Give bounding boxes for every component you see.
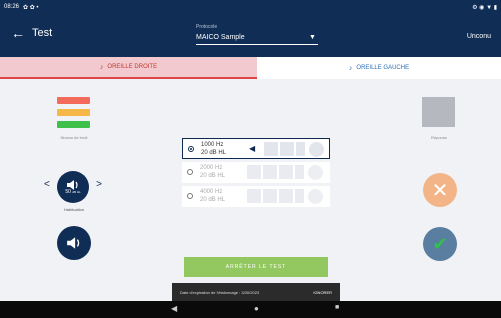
response-slot bbox=[280, 142, 294, 156]
chevron-right-icon[interactable]: > bbox=[96, 179, 102, 190]
nav-back-icon[interactable]: ◀ bbox=[171, 304, 177, 313]
response-slot bbox=[295, 189, 304, 203]
frequency-text: 1000 Hz 20 dB HL bbox=[201, 141, 226, 157]
chevron-left-icon[interactable]: < bbox=[44, 179, 50, 190]
frequency-db: 20 dB HL bbox=[201, 150, 227, 156]
result-indicator bbox=[308, 189, 323, 204]
check-icon: ✔ bbox=[432, 233, 448, 254]
frequency-list: 1000 Hz 20 dB HL ◀ 2000 Hz 20 dB HL 4000… bbox=[182, 138, 330, 210]
nav-home-icon[interactable]: ● bbox=[254, 304, 259, 313]
frequency-db: 20 dB HL bbox=[200, 173, 226, 179]
chevron-down-icon[interactable]: ▼ bbox=[309, 34, 316, 41]
response-slot bbox=[279, 189, 293, 203]
status-bar: 08:26 ✿ ✿ • ⚙ ◉ ▼ ▮ bbox=[0, 0, 501, 14]
noise-bar-low bbox=[57, 121, 90, 128]
frequency-row-1000[interactable]: 1000 Hz 20 dB HL ◀ bbox=[182, 138, 330, 159]
protocol-label: Protocole bbox=[196, 24, 218, 30]
result-indicator bbox=[308, 165, 323, 180]
ear-tabs: ♪ OREILLE DROITE ♪ OREILLE GAUCHE bbox=[0, 57, 501, 79]
play-tone-button[interactable] bbox=[57, 226, 91, 260]
frequency-radio[interactable] bbox=[188, 146, 194, 152]
status-left-icons: ✿ ✿ • bbox=[23, 4, 39, 11]
speaker-icon bbox=[67, 237, 80, 249]
response-ok-button[interactable]: ✔ bbox=[423, 227, 457, 261]
tab-left-ear-label: OREILLE GAUCHE bbox=[356, 65, 410, 71]
nav-recent-icon[interactable]: ■ bbox=[335, 304, 339, 311]
habituation-control: < 50 dB HL > bbox=[42, 171, 104, 203]
protocol-underline bbox=[196, 44, 318, 45]
frequency-radio[interactable] bbox=[187, 169, 193, 175]
frequency-radio[interactable] bbox=[187, 193, 193, 199]
response-slot bbox=[264, 142, 278, 156]
result-indicator bbox=[309, 142, 324, 157]
frequency-text: 4000 Hz 20 dB HL bbox=[200, 188, 225, 204]
habituation-level: 50 dB HL bbox=[65, 189, 81, 195]
app-bar: ← Test Protocole MAICO Sample ▼ Unconu bbox=[0, 14, 501, 57]
back-arrow-icon[interactable]: ← bbox=[11, 26, 25, 40]
status-right-icons: ⚙ ◉ ▼ ▮ bbox=[472, 4, 497, 11]
noise-bar-medium bbox=[57, 109, 90, 116]
frequency-row-4000[interactable]: 4000 Hz 20 dB HL bbox=[182, 186, 330, 207]
frequency-hz: 1000 Hz bbox=[201, 142, 224, 148]
tab-right-ear[interactable]: ♪ OREILLE DROITE bbox=[0, 57, 257, 79]
frequency-db: 20 dB HL bbox=[200, 197, 226, 203]
frequency-text: 2000 Hz 20 dB HL bbox=[200, 164, 225, 180]
response-indicator bbox=[422, 97, 455, 127]
response-slot bbox=[295, 165, 304, 179]
speaker-icon: ◀ bbox=[249, 144, 256, 153]
calibration-toast: Date d'expiration de l'étalonnage : 3/30… bbox=[172, 283, 340, 301]
ear-icon: ♪ bbox=[99, 63, 104, 71]
noise-bar-high bbox=[57, 97, 90, 104]
no-response-button[interactable]: ✕ bbox=[423, 173, 457, 207]
close-icon: ✕ bbox=[431, 179, 449, 202]
response-label: Réponse bbox=[430, 135, 447, 140]
response-slot bbox=[296, 142, 305, 156]
test-panel: Niveau de bruit < 50 dB HL > Habituation… bbox=[0, 79, 501, 301]
ear-icon: ♪ bbox=[348, 64, 353, 72]
noise-level-indicator bbox=[57, 97, 90, 133]
toast-message: Date d'expiration de l'étalonnage : 3/30… bbox=[180, 289, 260, 295]
response-slot bbox=[263, 189, 277, 203]
stop-test-button[interactable]: ARRÊTER LE TEST bbox=[184, 257, 328, 277]
protocol-select[interactable]: MAICO Sample bbox=[196, 34, 245, 41]
response-slot bbox=[279, 165, 293, 179]
noise-level-label: Niveau de bruit bbox=[60, 135, 88, 140]
response-slot bbox=[247, 165, 261, 179]
frequency-hz: 4000 Hz bbox=[200, 189, 223, 195]
user-name[interactable]: Unconu bbox=[467, 33, 491, 40]
habituation-button[interactable]: 50 dB HL bbox=[57, 171, 89, 203]
tab-right-ear-label: OREILLE DROITE bbox=[107, 64, 158, 70]
system-nav-bar: ◀ ● ■ bbox=[0, 301, 501, 318]
habituation-label: Habituation bbox=[63, 207, 85, 212]
status-time: 08:26 bbox=[4, 4, 20, 10]
page-title: Test bbox=[32, 27, 53, 39]
response-slot bbox=[263, 165, 277, 179]
toast-dismiss-button[interactable]: IGNORER bbox=[313, 290, 332, 295]
frequency-hz: 2000 Hz bbox=[200, 165, 223, 171]
tab-left-ear[interactable]: ♪ OREILLE GAUCHE bbox=[257, 57, 501, 79]
frequency-row-2000[interactable]: 2000 Hz 20 dB HL bbox=[182, 162, 330, 183]
response-slot bbox=[247, 189, 261, 203]
